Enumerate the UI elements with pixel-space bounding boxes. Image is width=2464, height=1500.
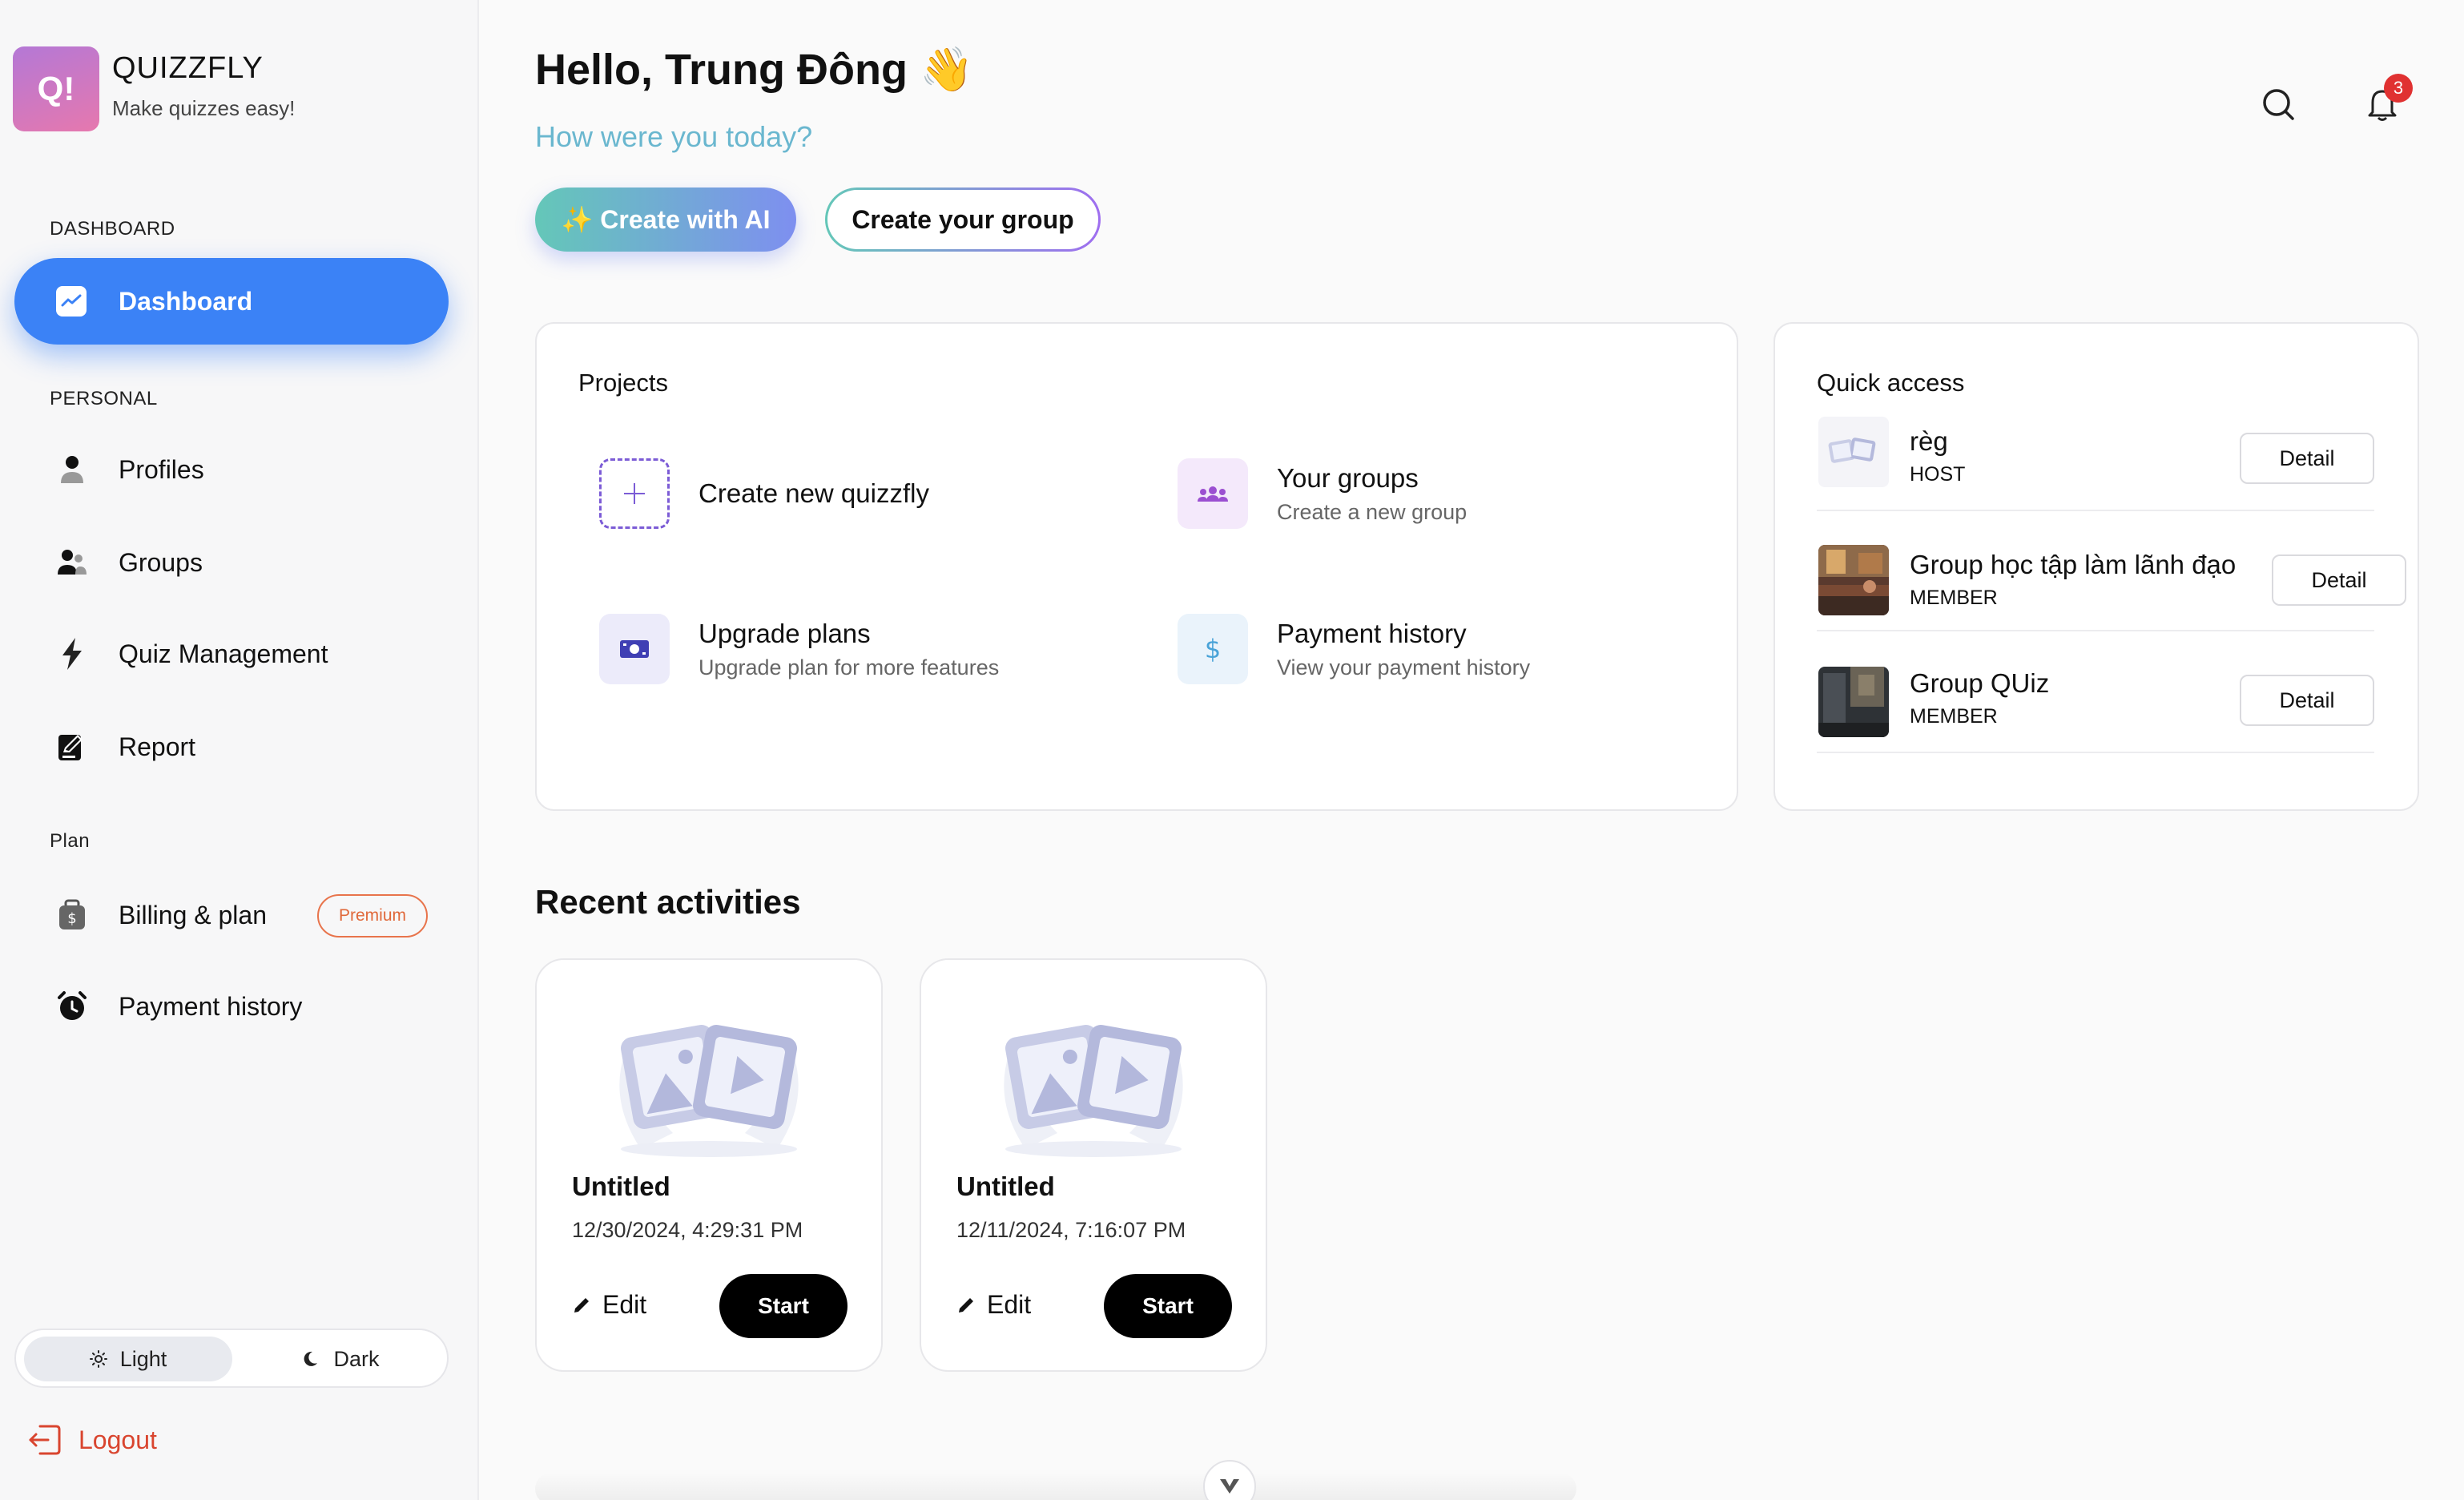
projects-title: Projects	[578, 369, 668, 397]
section-label-dashboard: DASHBOARD	[50, 218, 175, 240]
project-your-groups[interactable]: Your groups Create a new group	[1178, 458, 1467, 529]
project-title: Your groups	[1277, 462, 1419, 493]
sidebar-item-quiz-management[interactable]: Quiz Management	[56, 630, 328, 678]
recent-activities-title: Recent activities	[535, 883, 801, 921]
theme-dark-label: Dark	[333, 1346, 380, 1371]
quick-access-item: Group QUiz MEMBER Detail	[1817, 633, 2374, 753]
quick-access-role: MEMBER	[1910, 587, 1998, 609]
logo[interactable]: Q!	[13, 46, 99, 131]
sidebar-item-label: Quiz Management	[119, 639, 328, 668]
moon-icon	[301, 1350, 319, 1368]
notification-badge: 3	[2384, 74, 2413, 103]
activity-date: 12/30/2024, 4:29:31 PM	[572, 1218, 803, 1242]
chevron-down-icon[interactable]	[1203, 1460, 1256, 1500]
sidebar-item-report[interactable]: Report	[56, 723, 195, 771]
project-subtitle: View your payment history	[1277, 655, 1531, 679]
greeting: Hello, Trung Đông 👋	[535, 46, 974, 94]
edit-label: Edit	[987, 1290, 1032, 1319]
sidebar-item-groups[interactable]: Groups	[56, 538, 203, 587]
activity-date: 12/11/2024, 7:16:07 PM	[956, 1218, 1186, 1242]
quick-access-name: règ	[1910, 426, 1948, 456]
project-subtitle: Create a new group	[1277, 499, 1468, 524]
project-payment-history[interactable]: $ Payment history View your payment histo…	[1178, 614, 1530, 684]
quick-access-item: règ HOST Detail	[1817, 391, 2374, 511]
pencil-icon	[956, 1296, 976, 1315]
alarm-icon	[56, 990, 88, 1022]
edit-button[interactable]: Edit	[572, 1290, 646, 1320]
quick-access-role: MEMBER	[1910, 705, 1998, 728]
sidebar-item-label: Report	[119, 732, 196, 761]
chart-icon	[56, 286, 87, 317]
sidebar-item-label: Payment history	[119, 991, 303, 1021]
project-title: Upgrade plans	[699, 618, 871, 648]
brand-tagline: Make quizzes easy!	[112, 96, 296, 120]
greeting-subtitle: How were you today?	[535, 120, 813, 153]
pencil-icon	[572, 1296, 591, 1315]
sidebar: Q! QUIZZFLY Make quizzes easy! DASHBOARD…	[0, 0, 479, 1500]
edit-button[interactable]: Edit	[956, 1290, 1031, 1320]
brand-name: QUIZZFLY	[112, 51, 264, 85]
logo-text: Q!	[37, 70, 75, 107]
project-upgrade-plans[interactable]: Upgrade plans Upgrade plan for more featu…	[599, 614, 999, 684]
create-with-ai-button[interactable]: ✨ Create with AI	[535, 188, 796, 252]
users-icon	[56, 546, 88, 579]
theme-light-option[interactable]: Light	[24, 1337, 232, 1381]
plus-icon	[599, 458, 670, 529]
placeholder-image-icon	[1004, 1025, 1183, 1157]
section-label-plan: Plan	[50, 830, 91, 852]
detail-button[interactable]: Detail	[2272, 554, 2406, 606]
group-thumbnail	[1818, 667, 1889, 737]
detail-button[interactable]: Detail	[2240, 675, 2374, 726]
sidebar-item-label: Billing & plan	[119, 900, 267, 929]
premium-badge: Premium	[317, 894, 428, 938]
sidebar-item-label: Groups	[119, 547, 203, 577]
bolt-icon	[56, 638, 88, 670]
theme-light-label: Light	[119, 1346, 167, 1371]
user-icon	[56, 454, 88, 486]
activity-card: Untitled 12/11/2024, 7:16:07 PM Edit Sta…	[920, 958, 1267, 1372]
start-button[interactable]: Start	[1104, 1274, 1232, 1338]
group-thumbnail	[1818, 545, 1889, 615]
activity-title: Untitled	[956, 1171, 1055, 1201]
wallet-icon: $	[56, 899, 88, 931]
group-thumbnail	[1818, 417, 1889, 487]
project-subtitle: Upgrade plan for more features	[699, 655, 1000, 679]
svg-text:$: $	[67, 910, 76, 927]
theme-dark-option[interactable]: Dark	[240, 1337, 441, 1381]
activity-title: Untitled	[572, 1171, 670, 1201]
edit-label: Edit	[602, 1290, 647, 1319]
sidebar-item-profiles[interactable]: Profiles	[56, 446, 204, 494]
sun-icon	[89, 1350, 107, 1368]
svg-text:$: $	[1205, 634, 1221, 664]
theme-toggle: Light Dark	[14, 1329, 449, 1388]
scroll-shadow	[535, 1473, 1576, 1500]
placeholder-image-icon	[619, 1025, 799, 1157]
sidebar-item-payment-history[interactable]: Payment history	[56, 982, 302, 1030]
logout-icon	[27, 1423, 62, 1457]
project-create-quizzfly[interactable]: Create new quizzfly	[599, 458, 929, 529]
report-icon	[56, 731, 88, 763]
project-title: Create new quizzfly	[699, 478, 929, 508]
group-icon	[1178, 458, 1248, 529]
quick-access-item: Group học tập làm lãnh đạo MEMBER Detail	[1817, 511, 2406, 631]
projects-card	[535, 322, 1738, 811]
start-button[interactable]: Start	[719, 1274, 848, 1338]
sidebar-item-label: Profiles	[119, 454, 204, 484]
logout-button[interactable]: Logout	[27, 1423, 157, 1457]
quick-access-role: HOST	[1910, 463, 1966, 486]
activity-card: Untitled 12/30/2024, 4:29:31 PM Edit Sta…	[535, 958, 883, 1372]
sidebar-item-dashboard[interactable]: Dashboard	[14, 258, 449, 345]
dollar-icon: $	[1178, 614, 1248, 684]
quick-access-name: Group QUiz	[1910, 668, 2050, 698]
create-group-button[interactable]: Create your group	[825, 188, 1101, 252]
sidebar-item-billing[interactable]: $ Billing & plan	[56, 891, 267, 939]
project-title: Payment history	[1277, 618, 1467, 648]
search-icon[interactable]	[2256, 82, 2301, 127]
quick-access-name: Group học tập làm lãnh đạo	[1910, 550, 2237, 579]
detail-button[interactable]: Detail	[2240, 433, 2374, 484]
logout-label: Logout	[79, 1425, 157, 1454]
sidebar-item-label: Dashboard	[119, 286, 253, 316]
money-icon	[599, 614, 670, 684]
section-label-personal: PERSONAL	[50, 388, 158, 409]
